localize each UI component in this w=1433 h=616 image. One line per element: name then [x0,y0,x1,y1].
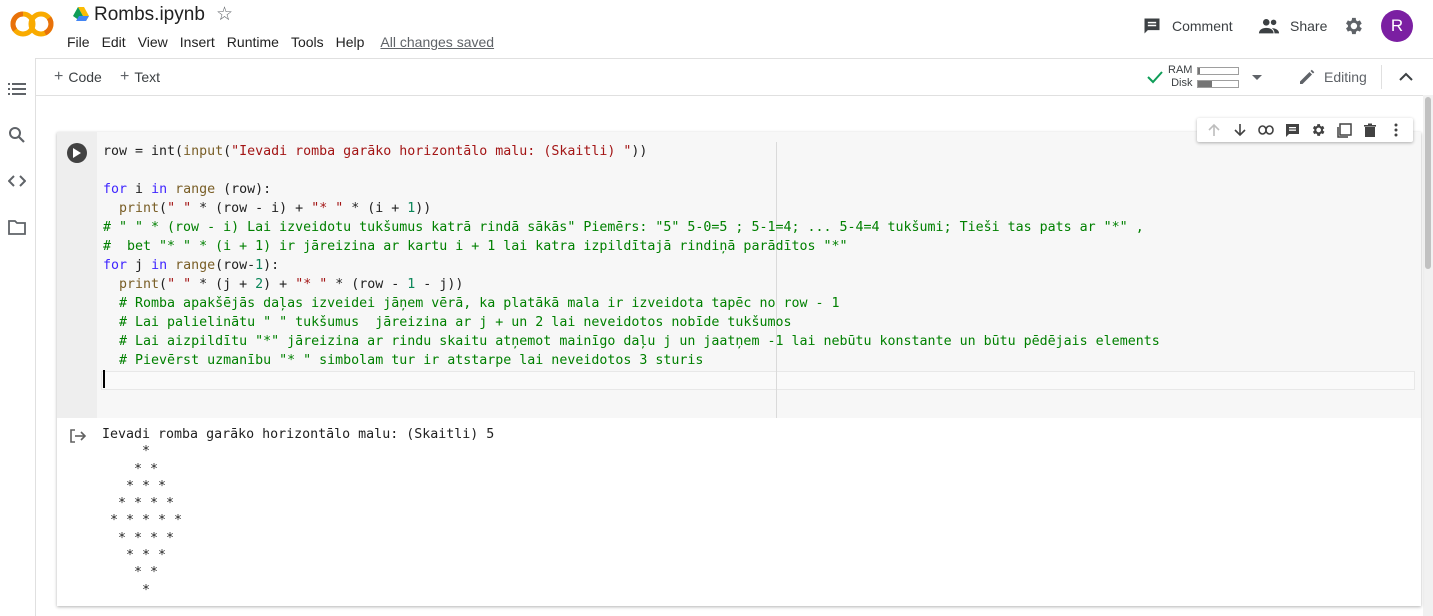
add-text-label: Text [134,69,161,85]
code-line: row = int(input("Ievadi romba garāko hor… [103,144,648,159]
link-icon[interactable] [1257,121,1275,139]
output-line: * [102,444,151,460]
cell-gutter [57,132,97,418]
delete-cell-trash-icon[interactable] [1361,121,1379,139]
code-line: # Lai aizpildītu "*" jāreizina ar rindu … [119,334,1160,349]
output-line: * * * * [102,530,175,546]
menu-edit[interactable]: Edit [96,33,132,51]
editing-mode-button[interactable]: Editing [1298,68,1367,86]
code-line: # Romba apakšējās daļas izveidei jāņem v… [119,296,840,311]
comment-label: Comment [1172,18,1233,34]
play-icon [73,148,81,158]
left-sidebar [0,58,36,616]
add-code-label: Code [68,69,102,85]
search-icon[interactable] [8,126,26,144]
add-code-cell-button[interactable]: + Code [54,68,102,86]
menu-help[interactable]: Help [330,33,371,51]
output-line: * * * [102,478,167,494]
code-text[interactable]: row = int(input("Ievadi romba garāko hor… [103,142,1160,370]
star-icon[interactable]: ☆ [216,3,233,26]
active-line-highlight [101,371,1415,390]
code-line: print(" " * (row - i) + "* " * (i + 1)) [119,201,432,216]
code-editor[interactable]: row = int(input("Ievadi romba garāko hor… [97,132,1421,418]
add-comment-icon[interactable] [1283,121,1301,139]
add-text-cell-button[interactable]: + Text [120,68,160,86]
ram-label: RAM [1168,64,1193,76]
chevron-up-icon[interactable] [1398,69,1414,85]
menu-view[interactable]: View [132,33,174,51]
share-button[interactable]: Share [1258,16,1327,36]
move-cell-down-icon[interactable] [1231,121,1249,139]
chevron-down-icon[interactable] [1251,71,1263,83]
cell-settings-gear-icon[interactable] [1309,121,1327,139]
move-cell-up-icon[interactable] [1205,121,1223,139]
notebook-scrollbar[interactable] [1423,95,1433,616]
disk-usage-bar [1197,79,1240,88]
menu-tools[interactable]: Tools [285,33,330,51]
code-line: for j in range(row-1): [103,258,280,273]
people-icon [1258,19,1280,34]
menu-runtime[interactable]: Runtime [221,33,285,51]
user-avatar[interactable]: R [1381,10,1413,42]
disk-label: Disk [1171,77,1193,89]
plus-icon: + [120,68,130,85]
pencil-icon [1300,69,1315,84]
runtime-resources-button[interactable]: RAM Disk [1146,63,1263,91]
output-text: Ievadi romba garāko horizontālo malu: (S… [102,426,494,599]
google-drive-icon [73,7,89,21]
text-cursor [103,370,105,388]
menu-insert[interactable]: Insert [174,33,221,51]
code-line: # bet "* " * (i + 1) ir jāreizina ar kar… [103,239,848,254]
code-line: print(" " * (j + 2) + "* " * (row - 1 - … [119,277,464,292]
output-line: * * * * [102,496,175,512]
settings-gear-icon[interactable] [1342,15,1364,37]
connected-check-icon [1147,71,1163,84]
code-line: # " " * (row - i) Lai izveidotu tukšumus… [103,220,1144,235]
code-line: for i in range (row): [103,182,272,197]
plus-icon: + [54,68,64,85]
ram-usage-bar [1197,66,1240,75]
table-of-contents-icon[interactable] [8,80,26,98]
cell-toolbar [1197,118,1413,142]
colab-logo-icon[interactable] [10,8,54,40]
output-line: Ievadi romba garāko horizontālo malu: (S… [102,427,495,442]
output-line: * * * * * [102,513,183,529]
code-line: # Pievērst uzmanību "* " simbolam tur ir… [119,353,704,368]
files-folder-icon[interactable] [8,218,26,236]
toolbar-divider [1381,65,1382,89]
cell-output: Ievadi romba garāko horizontālo malu: (S… [57,418,1421,606]
code-line: # Lai palielinātu " " tukšumus jāreizina… [119,315,792,330]
output-line: * * * [102,548,167,564]
output-line: * [102,582,151,598]
comment-icon [1144,18,1160,34]
share-label: Share [1290,18,1328,34]
app-header: Rombs.ipynb ☆ File Edit View Insert Runt… [0,0,1433,58]
code-snippets-icon[interactable] [8,172,26,190]
output-line: * * [102,461,159,477]
clear-output-icon[interactable] [69,428,87,444]
editing-label: Editing [1324,69,1367,85]
comment-button[interactable]: Comment [1142,16,1233,36]
more-options-vertical-icon[interactable] [1387,121,1405,139]
notebook-title[interactable]: Rombs.ipynb [94,4,205,26]
mirror-cell-in-tab-icon[interactable] [1335,121,1353,139]
menu-bar: File Edit View Insert Runtime Tools Help… [61,33,500,51]
code-cell[interactable]: row = int(input("Ievadi romba garāko hor… [57,132,1421,606]
scrollbar-thumb[interactable] [1425,97,1431,269]
menu-file[interactable]: File [61,33,96,51]
output-line: * * [102,565,159,581]
notebook-toolbar: + Code + Text RAM Disk Editing [36,58,1433,96]
run-cell-button[interactable] [67,143,87,163]
save-status-link[interactable]: All changes saved [374,33,500,51]
